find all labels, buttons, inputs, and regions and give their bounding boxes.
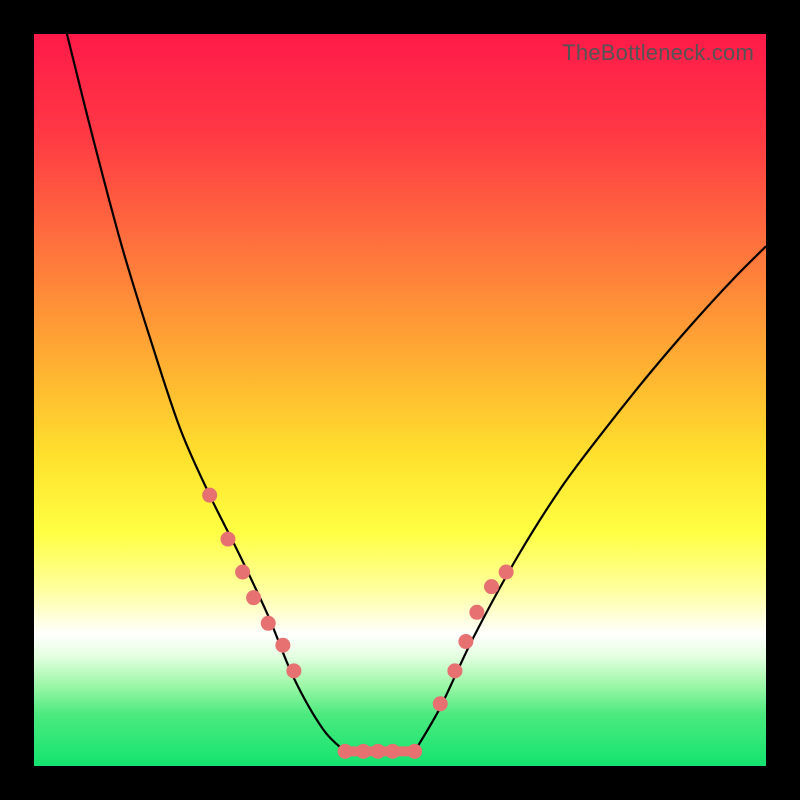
data-point <box>203 488 217 502</box>
data-point <box>287 664 301 678</box>
data-point <box>236 565 250 579</box>
data-point <box>371 744 385 758</box>
data-point <box>485 580 499 594</box>
data-point <box>470 605 484 619</box>
data-point <box>276 638 290 652</box>
data-point <box>448 664 462 678</box>
data-point <box>386 744 400 758</box>
chart-overlay <box>34 34 766 766</box>
data-point <box>221 532 235 546</box>
data-point <box>261 616 275 630</box>
data-point <box>459 635 473 649</box>
data-point <box>499 565 513 579</box>
curve-left <box>67 34 345 751</box>
chart-frame: TheBottleneck.com <box>0 0 800 800</box>
data-point <box>356 744 370 758</box>
data-point <box>408 744 422 758</box>
plot-area: TheBottleneck.com <box>34 34 766 766</box>
data-point <box>338 744 352 758</box>
marker-group <box>203 488 513 758</box>
data-point <box>247 591 261 605</box>
data-point <box>433 697 447 711</box>
curve-right <box>415 246 766 751</box>
